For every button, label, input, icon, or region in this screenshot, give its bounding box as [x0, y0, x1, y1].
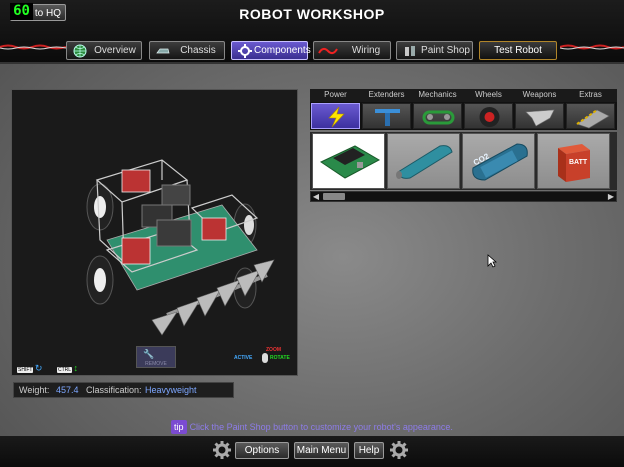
- tab-test-robot-label: Test Robot: [494, 45, 542, 56]
- component-item-circuit-battery[interactable]: [312, 133, 385, 189]
- tab-chassis[interactable]: Chassis: [149, 41, 225, 60]
- shift-rotate-hint: SHIFT ↻: [17, 363, 42, 374]
- main-menu-button[interactable]: Main Menu: [294, 442, 349, 459]
- category-mechanics-button[interactable]: [413, 103, 462, 129]
- wire-decoration-right: [560, 44, 624, 50]
- tab-overview-label: Overview: [94, 45, 136, 56]
- component-item-cylinder-battery[interactable]: [387, 133, 460, 189]
- category-power-button[interactable]: [311, 103, 360, 129]
- shift-key-label: SHIFT: [17, 367, 34, 373]
- wrench-icon: 🔧: [143, 349, 155, 359]
- category-label-power: Power: [324, 90, 347, 99]
- ctrl-key-label: CTRL: [57, 367, 73, 373]
- weight-value: 457.4: [56, 385, 79, 395]
- tab-chassis-label: Chassis: [180, 45, 216, 56]
- tab-overview[interactable]: Overview: [66, 41, 142, 60]
- component-item-box-battery[interactable]: BATT: [537, 133, 610, 189]
- tab-components[interactable]: Components: [231, 41, 311, 60]
- paint-icon: [405, 46, 415, 56]
- category-label-wheels: Wheels: [475, 90, 502, 99]
- category-label-extenders: Extenders: [368, 90, 405, 99]
- tab-wiring[interactable]: Wiring: [313, 41, 391, 60]
- mouse-cursor-icon: [487, 254, 497, 268]
- weight-label: Weight:: [19, 385, 50, 395]
- options-button[interactable]: Options: [235, 442, 289, 459]
- item-scrollbar[interactable]: ◀ ▶: [310, 191, 617, 202]
- rotate-label: ROTATE: [270, 355, 290, 361]
- mouse-icon: [262, 353, 268, 363]
- tab-test-robot[interactable]: Test Robot: [479, 41, 557, 60]
- scroll-left-arrow-icon[interactable]: ◀: [311, 192, 321, 201]
- top-bar: to HQ 60 ROBOT WORKSHOP Overview Chassis…: [0, 0, 624, 64]
- robot-3d-viewport[interactable]: SHIFT ↻ CTRL ↕ 🔧 REMOVE ZOOM ACTIVE ROTA…: [11, 89, 298, 376]
- ctrl-move-hint: CTRL ↕: [57, 363, 78, 373]
- component-item-cell-battery[interactable]: CO2: [462, 133, 535, 189]
- box-battery-label: BATT: [569, 159, 588, 166]
- chassis-icon: [156, 48, 170, 54]
- scroll-right-arrow-icon[interactable]: ▶: [606, 192, 616, 201]
- remove-button[interactable]: 🔧 REMOVE: [136, 346, 176, 368]
- belt-pulley-icon: [422, 110, 455, 125]
- tab-paint-shop[interactable]: Paint Shop: [396, 41, 473, 60]
- category-extras-button[interactable]: [566, 103, 615, 129]
- zoom-label: ZOOM: [266, 347, 281, 353]
- battery-board-icon: [319, 145, 381, 179]
- active-label: ACTIVE: [234, 355, 253, 361]
- mouse-controls-hint: ZOOM ACTIVE ROTATE: [234, 345, 296, 369]
- gear-icon: [390, 441, 408, 459]
- category-extenders-button[interactable]: [362, 103, 411, 129]
- tip-bar: tip Click the Paint Shop button to custom…: [0, 420, 624, 434]
- wheel-icon: [479, 107, 500, 127]
- gear-icon: [238, 44, 252, 58]
- category-label-extras: Extras: [579, 90, 602, 99]
- category-weapons-button[interactable]: [515, 103, 564, 129]
- robot-model[interactable]: [12, 90, 297, 375]
- scroll-thumb[interactable]: [323, 193, 345, 200]
- wire-icon: [318, 47, 338, 55]
- tip-badge: tip: [171, 420, 187, 434]
- category-wheels-button[interactable]: [464, 103, 513, 129]
- remove-label: REMOVE: [145, 361, 167, 367]
- tab-components-label: Components: [254, 45, 311, 56]
- classification-label: Classification:: [86, 385, 142, 395]
- gear-icon: [213, 441, 231, 459]
- tip-text: Click the Paint Shop button to customize…: [189, 422, 453, 432]
- cylinder-battery-icon: [396, 145, 453, 179]
- classification-value: Heavyweight: [145, 385, 197, 395]
- category-labels: Power Extenders Mechanics Wheels Weapons…: [310, 89, 617, 102]
- weight-classification-bar: Weight: 457.4 Classification: Heavyweigh…: [13, 382, 234, 398]
- lightning-icon: [328, 106, 345, 128]
- category-buttons: [310, 102, 617, 130]
- t-bar-icon: [375, 109, 400, 126]
- wire-decoration-left: [0, 44, 66, 50]
- rotate-icon: ↻: [34, 363, 43, 373]
- globe-icon: [73, 44, 87, 58]
- extras-plate-icon: [576, 109, 610, 129]
- blade-icon: [525, 109, 555, 127]
- page-title: ROBOT WORKSHOP: [239, 6, 385, 22]
- tab-wiring-label: Wiring: [351, 45, 381, 56]
- component-item-list: CO2 BATT: [310, 132, 617, 190]
- fps-counter: 60: [10, 3, 33, 20]
- move-vertical-icon: ↕: [73, 363, 78, 373]
- tab-paint-shop-label: Paint Shop: [421, 45, 470, 56]
- help-button[interactable]: Help: [354, 442, 384, 459]
- bottom-bar: Options Main Menu Help: [0, 436, 624, 467]
- component-picker: Power Extenders Mechanics Wheels Weapons…: [310, 89, 617, 202]
- category-label-mechanics: Mechanics: [418, 90, 457, 99]
- category-label-weapons: Weapons: [522, 90, 557, 99]
